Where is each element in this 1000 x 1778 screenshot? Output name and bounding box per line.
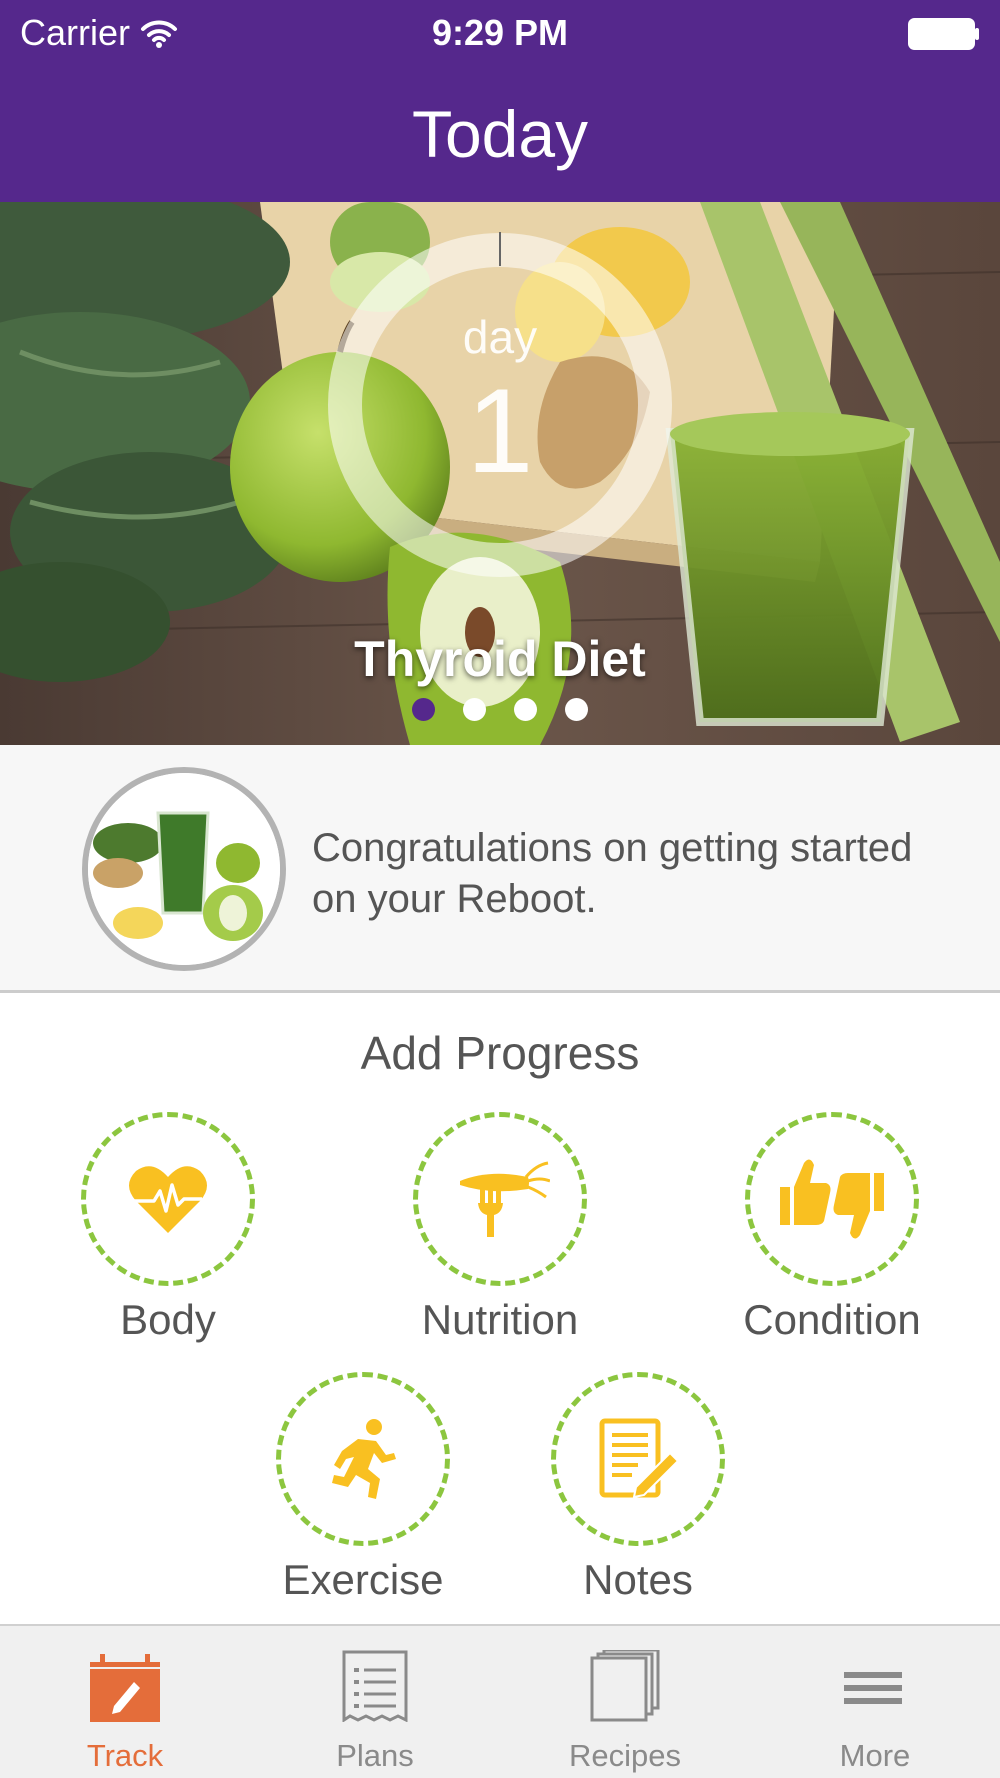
- running-person-icon: [332, 1419, 396, 1499]
- message-card: Congratulations on getting started on yo…: [0, 745, 1000, 993]
- tab-plans[interactable]: Plans: [250, 1626, 500, 1778]
- recipe-book-icon: [590, 1650, 660, 1722]
- progress-exercise-circle[interactable]: [276, 1372, 450, 1546]
- progress-nutrition-circle[interactable]: [413, 1112, 587, 1286]
- tab-plans-label: Plans: [336, 1738, 414, 1773]
- progress-notes-button[interactable]: Notes: [518, 1372, 758, 1604]
- progress-body-circle[interactable]: [81, 1112, 255, 1286]
- tab-more[interactable]: More: [750, 1626, 1000, 1778]
- page-dot-3[interactable]: [514, 698, 537, 721]
- plan-name: Thyroid Diet: [354, 631, 646, 687]
- progress-condition-button[interactable]: Condition: [712, 1112, 952, 1344]
- carrot-fork-icon: [460, 1161, 550, 1237]
- progress-exercise-button[interactable]: Exercise: [243, 1372, 483, 1604]
- battery-icon: [908, 18, 979, 50]
- tab-recipes[interactable]: Recipes: [500, 1626, 750, 1778]
- tab-recipes-label: Recipes: [569, 1738, 681, 1773]
- juice-thumbnail-image: [88, 773, 280, 965]
- tab-bar: Track Plans Recipes More: [0, 1624, 1000, 1778]
- progress-notes-circle[interactable]: [551, 1372, 725, 1546]
- page-dot-2[interactable]: [463, 698, 486, 721]
- navigation-bar: Today: [0, 66, 1000, 202]
- progress-body-label: Body: [120, 1296, 216, 1343]
- page-dot-4[interactable]: [565, 698, 588, 721]
- welcome-message: Congratulations on getting started on yo…: [312, 826, 913, 921]
- progress-condition-circle[interactable]: [745, 1112, 919, 1286]
- list-document-icon: [342, 1650, 408, 1722]
- tab-track[interactable]: Track: [0, 1626, 250, 1778]
- page-title: Today: [411, 97, 589, 171]
- tab-track-label: Track: [86, 1738, 164, 1773]
- add-progress-title: Add Progress: [360, 1027, 640, 1079]
- status-time: 9:29 PM: [431, 12, 569, 53]
- calendar-pencil-icon: [90, 1654, 160, 1722]
- status-bar: Carrier 9:29 PM: [0, 0, 1000, 66]
- tab-more-label: More: [839, 1738, 911, 1773]
- day-number: 1: [466, 364, 534, 498]
- page-dot-1[interactable]: [412, 698, 435, 721]
- progress-nutrition-button[interactable]: Nutrition: [380, 1112, 620, 1344]
- progress-body-button[interactable]: Body: [48, 1112, 288, 1344]
- progress-condition-label: Condition: [743, 1296, 921, 1343]
- progress-nutrition-label: Nutrition: [421, 1296, 579, 1343]
- progress-notes-label: Notes: [583, 1556, 693, 1603]
- today-screen: Carrier 9:29 PM Today day 1 Thyroid Diet…: [0, 0, 1000, 1778]
- juice-thumbnail: [82, 767, 286, 971]
- page-indicator[interactable]: [0, 698, 1000, 721]
- hamburger-menu-icon: [844, 1672, 902, 1704]
- notes-pencil-icon: [599, 1418, 678, 1499]
- day-label: day: [462, 311, 538, 363]
- heart-pulse-icon: [129, 1166, 207, 1233]
- progress-exercise-label: Exercise: [282, 1556, 444, 1603]
- plan-carousel[interactable]: day 1 Thyroid Diet: [0, 202, 1000, 745]
- thumbs-up-down-icon: [780, 1159, 884, 1239]
